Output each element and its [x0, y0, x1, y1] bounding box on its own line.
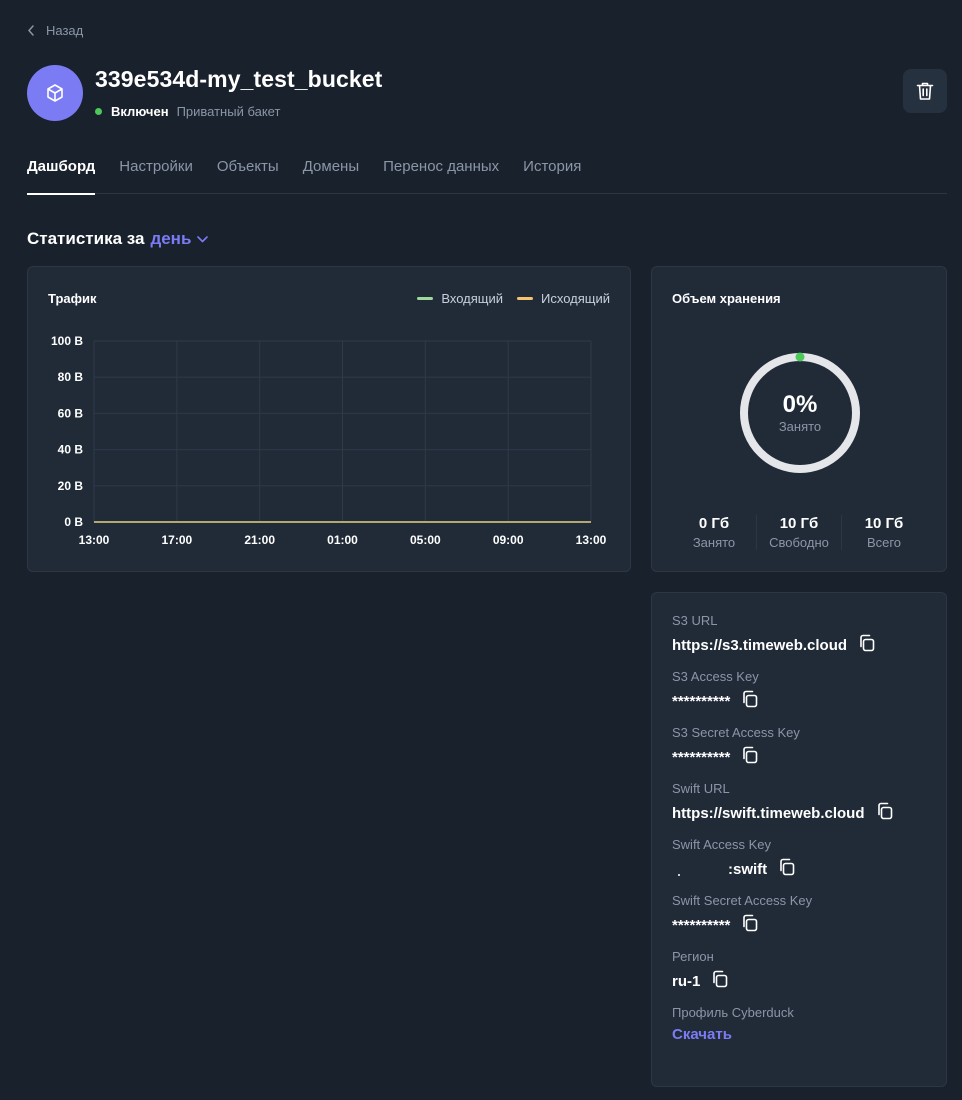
s3-url-item: S3 URL https://s3.timeweb.cloud	[672, 613, 926, 656]
trash-icon	[916, 82, 934, 100]
s3-access-key-label: S3 Access Key	[672, 669, 759, 684]
y-tick-label: 20 B	[58, 479, 84, 493]
copy-icon	[710, 969, 730, 994]
storage-free-label: Свободно	[769, 535, 829, 550]
copy-icon	[740, 745, 760, 770]
tabs: Дашборд Настройки Объекты Домены Перенос…	[27, 150, 947, 195]
s3-url-label: S3 URL	[672, 613, 718, 628]
swift-access-key-redacted	[672, 862, 728, 876]
credentials-card: S3 URL https://s3.timeweb.cloud S3 Acces…	[651, 592, 947, 1087]
storage-donut: 0% Занято	[738, 351, 862, 475]
tab-dashboard[interactable]: Дашборд	[27, 150, 96, 195]
tab-data-transfer[interactable]: Перенос данных	[383, 150, 499, 194]
back-link[interactable]: Назад	[27, 23, 83, 38]
copy-swift-url-button[interactable]	[875, 801, 895, 826]
s3-secret-key-item: S3 Secret Access Key **********	[672, 725, 926, 768]
traffic-chart: 0 B 20 B 40 B 60 B 80 B 100 B 13:00 17:00 21:00 0…	[51, 334, 607, 547]
copy-icon	[875, 801, 895, 826]
x-tick-label: 05:00	[410, 533, 441, 547]
s3-url-value: https://s3.timeweb.cloud	[672, 636, 848, 654]
s3-access-key-value: **********	[672, 692, 731, 710]
swift-access-key-item: Swift Access Key :swift	[672, 837, 926, 880]
delete-button[interactable]	[903, 69, 947, 113]
copy-icon	[740, 913, 760, 938]
y-tick-label: 100 B	[51, 334, 83, 348]
tab-objects[interactable]: Объекты	[217, 150, 279, 194]
storage-title: Объем хранения	[672, 291, 781, 306]
bucket-status: Включен Приватный бакет	[95, 104, 280, 119]
tab-history[interactable]: История	[523, 150, 581, 194]
y-tick-label: 80 B	[58, 370, 84, 384]
copy-icon	[740, 689, 760, 714]
storage-used-value: 0 Гб	[698, 515, 730, 532]
cyberduck-label: Профиль Cyberduck	[672, 1005, 794, 1020]
period-value: день	[150, 229, 192, 248]
s3-secret-key-value: **********	[672, 748, 731, 766]
chevron-down-icon	[197, 235, 209, 242]
stats-heading-label: Статистика за	[27, 229, 145, 248]
back-label: Назад	[46, 23, 84, 38]
swift-url-value: https://swift.timeweb.cloud	[672, 804, 865, 822]
copy-swift-secret-key-button[interactable]	[740, 913, 760, 938]
y-tick-label: 60 B	[58, 406, 84, 420]
period-dropdown[interactable]: день	[150, 229, 209, 249]
bucket-avatar	[27, 65, 83, 121]
s3-access-key-item: S3 Access Key **********	[672, 669, 926, 712]
tab-domains[interactable]: Домены	[303, 150, 359, 194]
bucket-type: Приватный бакет	[176, 104, 281, 119]
copy-swift-access-key-button[interactable]	[777, 857, 797, 882]
copy-icon	[857, 633, 877, 658]
swift-url-label: Swift URL	[672, 781, 730, 796]
storage-used: 0 Гб Занято	[672, 515, 756, 550]
storage-free-value: 10 Гб	[779, 515, 819, 532]
donut-marker	[795, 352, 805, 362]
storage-percent: 0%	[782, 391, 818, 418]
x-tick-label: 21:00	[244, 533, 275, 547]
x-tick-label: 01:00	[327, 533, 358, 547]
swift-url-item: Swift URL https://swift.timeweb.cloud	[672, 781, 926, 824]
swift-access-key-value: :swift	[728, 860, 768, 878]
storage-total-value: 10 Гб	[864, 515, 904, 532]
s3-secret-key-label: S3 Secret Access Key	[672, 725, 800, 740]
traffic-card: Трафик Входящий Исходящий 0 B 20 B 40 B 60 …	[27, 266, 631, 572]
x-tick-label: 09:00	[493, 533, 524, 547]
storage-stats: 0 Гб Занято 10 Гб Свободно 10 Гб Всего	[672, 515, 926, 550]
copy-s3-secret-key-button[interactable]	[740, 745, 760, 770]
region-label: Регион	[672, 949, 714, 964]
storage-free: 10 Гб Свободно	[756, 515, 841, 550]
swift-secret-key-item: Swift Secret Access Key **********	[672, 893, 926, 936]
tab-settings[interactable]: Настройки	[119, 150, 193, 194]
region-item: Регион ru-1	[672, 949, 926, 992]
x-tick-label: 17:00	[161, 533, 192, 547]
copy-s3-url-button[interactable]	[857, 633, 877, 658]
storage-used-label: Занято	[692, 535, 736, 550]
cyberduck-item: Профиль Cyberduck Скачать	[672, 1005, 926, 1044]
copy-region-button[interactable]	[710, 969, 730, 994]
copy-icon	[777, 857, 797, 882]
storage-card: Объем хранения 0% Занято 0 Гб Занято 10 …	[651, 266, 947, 572]
x-tick-label: 13:00	[576, 533, 607, 547]
x-tick-label: 13:00	[79, 533, 110, 547]
y-tick-label: 0 B	[64, 515, 83, 529]
region-value: ru-1	[672, 972, 701, 990]
swift-access-key-label: Swift Access Key	[672, 837, 771, 852]
cyberduck-download-link[interactable]: Скачать	[672, 1026, 732, 1043]
stats-heading: Статистика за день	[27, 229, 209, 249]
storage-total: 10 Гб Всего	[841, 515, 926, 550]
status-badge: Включен	[111, 104, 169, 119]
cube-icon	[47, 84, 63, 102]
page-title: 339e534d-my_test_bucket	[95, 66, 383, 92]
status-dot	[95, 108, 102, 115]
copy-s3-access-key-button[interactable]	[740, 689, 760, 714]
swift-secret-key-label: Swift Secret Access Key	[672, 893, 813, 908]
chevron-left-icon	[28, 25, 34, 36]
storage-total-label: Всего	[866, 535, 902, 550]
storage-percent-label: Занято	[778, 419, 822, 434]
y-tick-label: 40 B	[58, 443, 84, 457]
swift-secret-key-value: **********	[672, 916, 731, 934]
